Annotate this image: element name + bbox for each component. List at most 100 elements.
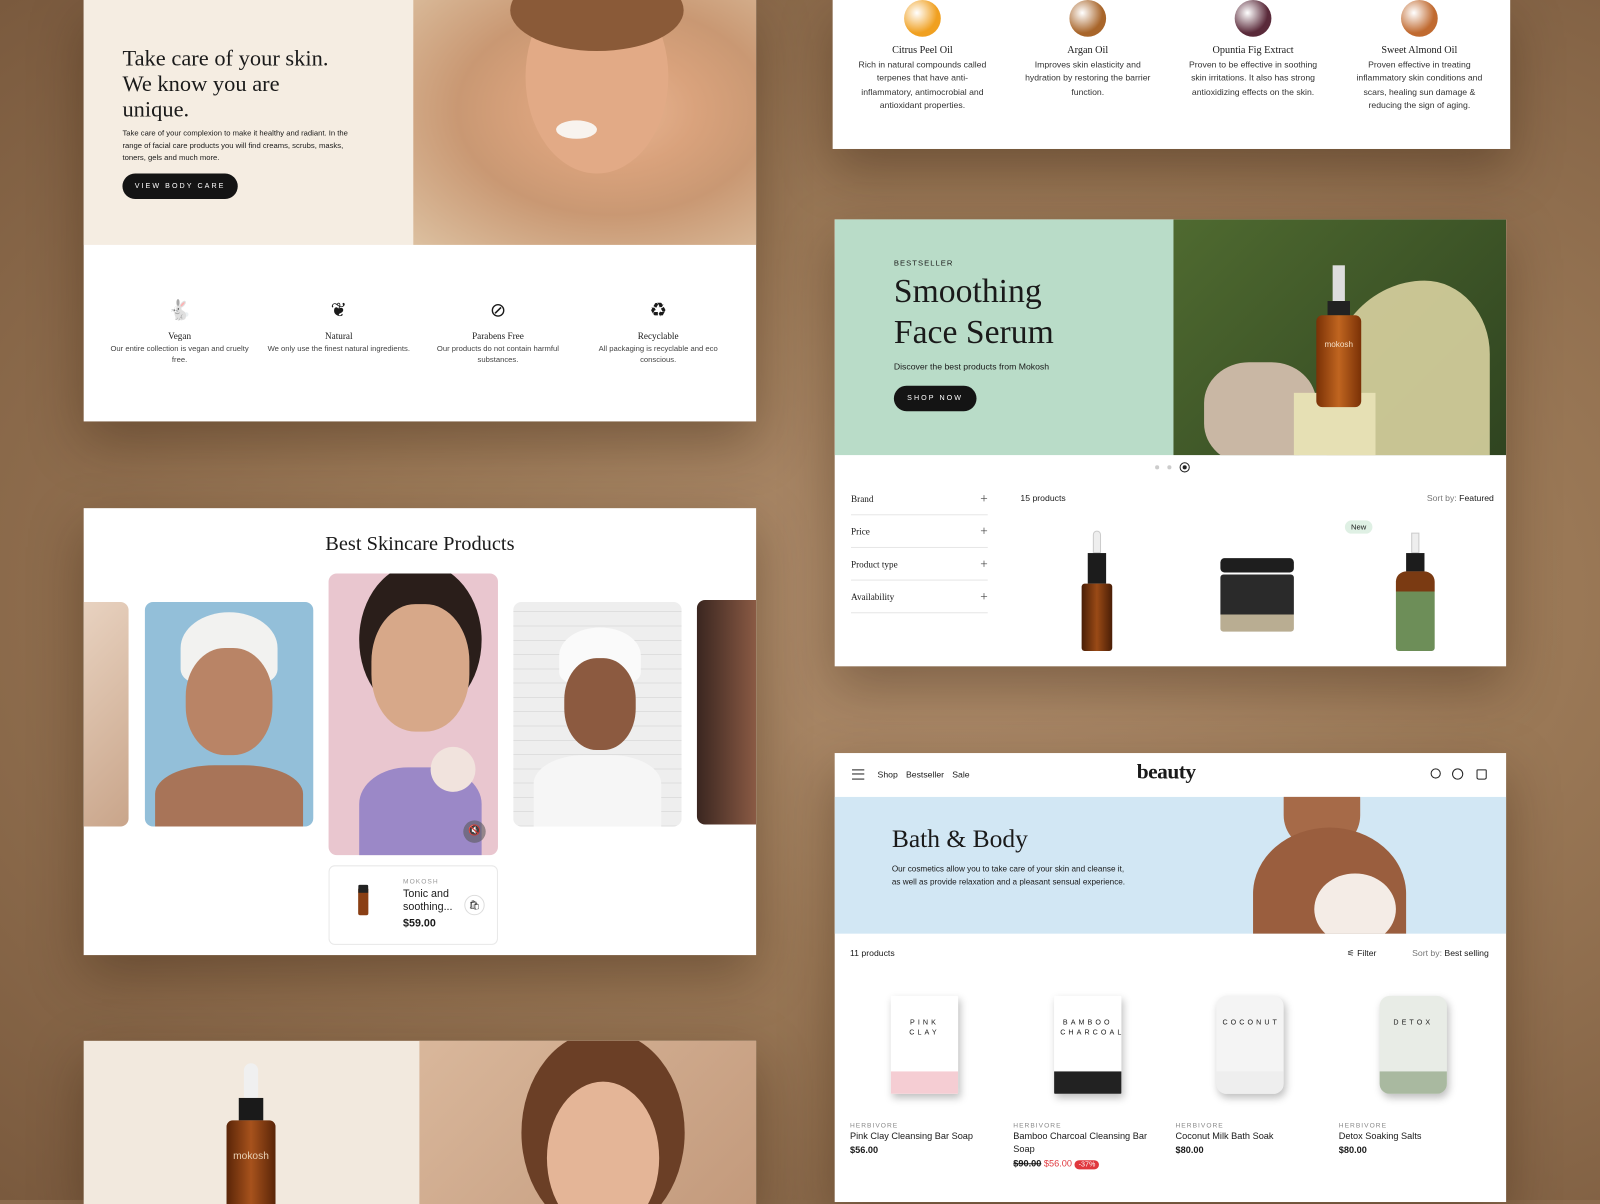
sort-label: Sort by:	[1426, 492, 1457, 504]
sort-label: Sort by:	[1412, 947, 1442, 959]
hero-title-line: We know you are	[122, 70, 280, 96]
view-body-care-button[interactable]: View body care	[122, 173, 238, 199]
filter-label: Brand	[851, 493, 874, 504]
ingredient-image	[1069, 0, 1107, 37]
menu-icon[interactable]	[852, 769, 865, 780]
serum-promo-panel: mokosh	[83, 1040, 757, 1204]
package-label: PINK CLAY	[909, 1019, 940, 1037]
product-card[interactable]: MOKOSH Tonic and soothing... $59.00 🛍	[328, 865, 498, 945]
filter-availability[interactable]: Availability +	[851, 581, 988, 614]
carousel-image[interactable]	[513, 602, 682, 827]
filter-button[interactable]: ⚟ Filter	[1347, 948, 1376, 959]
recycle-icon: ♻	[649, 299, 667, 322]
carousel-image[interactable]	[83, 602, 129, 827]
feature-parabens-free: ⊘ Parabens Free Our products do not contai…	[427, 298, 570, 365]
filter-brand[interactable]: Brand +	[851, 483, 988, 516]
hero-title-line: unique.	[122, 95, 190, 122]
add-to-bag-button[interactable]: 🛍	[464, 894, 485, 916]
plus-icon: +	[980, 555, 988, 571]
product-card[interactable]: HERBIVORE Coconut Milk Bath Soak $80.00	[1176, 1122, 1329, 1155]
best-skincare-panel: Best Skincare Products 🔇 MOKOSH Tonic an…	[83, 508, 757, 956]
carousel-dot[interactable]	[1155, 465, 1160, 470]
product-image[interactable]: DETOX	[1379, 995, 1447, 1094]
header: Shop Bestseller Sale beauty	[835, 753, 1506, 797]
product-brand: HERBIVORE	[1338, 1122, 1388, 1130]
woman-applying-cream-image	[413, 0, 757, 245]
product-image[interactable]: COCONUT	[1216, 995, 1284, 1094]
serum-title-line: Smoothing	[893, 273, 1042, 311]
filter-label: Availability	[851, 591, 895, 602]
ingredient-item: Sweet Almond Oil Proven effective in trea…	[1353, 0, 1486, 112]
mute-icon[interactable]: 🔇	[463, 820, 486, 843]
leaf-hand-icon: ❦	[330, 299, 347, 322]
search-icon[interactable]	[1430, 768, 1441, 779]
serum-subtitle: Discover the best products from Mokosh	[893, 361, 1050, 372]
carousel-image[interactable]	[696, 599, 757, 825]
nav-shop[interactable]: Shop	[878, 769, 898, 779]
product-name: Coconut Milk Bath Soak	[1175, 1130, 1274, 1141]
product-price: $80.00	[1338, 1144, 1367, 1156]
filter-product-type[interactable]: Product type +	[851, 548, 988, 581]
product-bottle-image	[358, 884, 369, 916]
nav-sale[interactable]: Sale	[952, 769, 969, 779]
product-jar[interactable]	[1220, 558, 1294, 632]
ingredient-title: Argan Oil	[1067, 44, 1109, 57]
filter-label: Product type	[851, 558, 898, 569]
package-label: BAMBOO CHARCOAL	[1060, 1019, 1122, 1037]
hero-title: Take care of your skin. We know you are …	[122, 45, 387, 122]
bag-icon[interactable]	[1476, 769, 1487, 780]
ingredient-title: Citrus Peel Oil	[892, 44, 953, 57]
product-name: Pink Clay Cleansing Bar Soap	[849, 1130, 974, 1141]
section-title: Best Skincare Products	[325, 532, 515, 556]
product-image[interactable]: PINK CLAY	[890, 995, 959, 1094]
product-dropper-bottle[interactable]	[1081, 530, 1113, 652]
skin-hero-panel: Take care of your skin. We know you are …	[83, 0, 757, 422]
serum-title: Smoothing Face Serum	[894, 271, 1054, 353]
product-brand: HERBIVORE	[849, 1122, 899, 1130]
product-name: Bamboo Charcoal Cleansing Bar Soap	[1013, 1130, 1148, 1155]
feature-description: All packaging is recyclable and eco cons…	[598, 343, 718, 365]
bath-description: Our cosmetics allow you to take care of …	[891, 864, 1126, 887]
feature-description: We only use the finest natural ingredien…	[267, 343, 410, 354]
feature-description: Our entire collection is vegan and cruel…	[110, 343, 249, 365]
carousel-video[interactable]: 🔇	[328, 573, 498, 856]
hero-title-line: Take care of your skin.	[122, 44, 329, 71]
ingredient-item: Argan Oil Improves skin elasticity and hy…	[1021, 0, 1154, 99]
carousel-dot[interactable]	[1167, 465, 1172, 470]
carousel-dot-active[interactable]	[1179, 462, 1190, 473]
carousel-image[interactable]	[144, 602, 314, 827]
product-brand: HERBIVORE	[1013, 1122, 1062, 1130]
shop-now-button[interactable]: Shop now	[893, 385, 977, 412]
product-name: Detox Soaking Salts	[1338, 1130, 1422, 1141]
product-green-bottle[interactable]	[1395, 532, 1435, 653]
product-card[interactable]: HERBIVORE Detox Soaking Salts $80.00	[1339, 1122, 1492, 1155]
sort-dropdown[interactable]: Sort by: Best selling	[1412, 948, 1489, 958]
feature-recyclable: ♻ Recyclable All packaging is recyclable a…	[587, 298, 730, 365]
feature-title: Natural	[324, 330, 353, 341]
product-image[interactable]: BAMBOO CHARCOAL	[1054, 995, 1122, 1094]
product-price: $56.00	[849, 1144, 879, 1156]
filter-label: Price	[851, 526, 870, 537]
filter-price[interactable]: Price +	[851, 515, 988, 548]
plus-icon: +	[980, 522, 988, 539]
product-card[interactable]: HERBIVORE Bamboo Charcoal Cleansing Bar S…	[1013, 1122, 1166, 1170]
product-price: $59.00	[403, 917, 436, 930]
product-price: $90.00 $56.00 -37%	[1013, 1158, 1166, 1170]
bath-body-panel: Shop Bestseller Sale beauty Bath & Body Ou…	[834, 753, 1507, 1203]
product-card[interactable]: HERBIVORE Pink Clay Cleansing Bar Soap $56…	[850, 1122, 1003, 1155]
old-price: $90.00	[1013, 1158, 1042, 1169]
ingredient-description: Rich in natural compounds called terpene…	[858, 59, 987, 111]
nav-bestseller[interactable]: Bestseller	[906, 769, 944, 779]
logo[interactable]: beauty	[1137, 759, 1196, 785]
account-icon[interactable]	[1452, 768, 1464, 780]
product-price: $80.00	[1175, 1144, 1204, 1156]
ingredients-panel: Citrus Peel Oil Rich in natural compounds…	[832, 0, 1511, 149]
ingredient-description: Improves skin elasticity and hydration b…	[1025, 59, 1151, 97]
eyebrow-label: BESTSELLER	[893, 258, 954, 268]
sort-dropdown[interactable]: Sort by: Featured	[1427, 493, 1494, 503]
serum-bottle-image: mokosh	[226, 1063, 276, 1204]
feature-title: Vegan	[168, 330, 192, 341]
ingredient-image	[1401, 0, 1438, 37]
new-badge: New	[1344, 520, 1373, 534]
discount-badge: -37%	[1074, 1160, 1100, 1170]
